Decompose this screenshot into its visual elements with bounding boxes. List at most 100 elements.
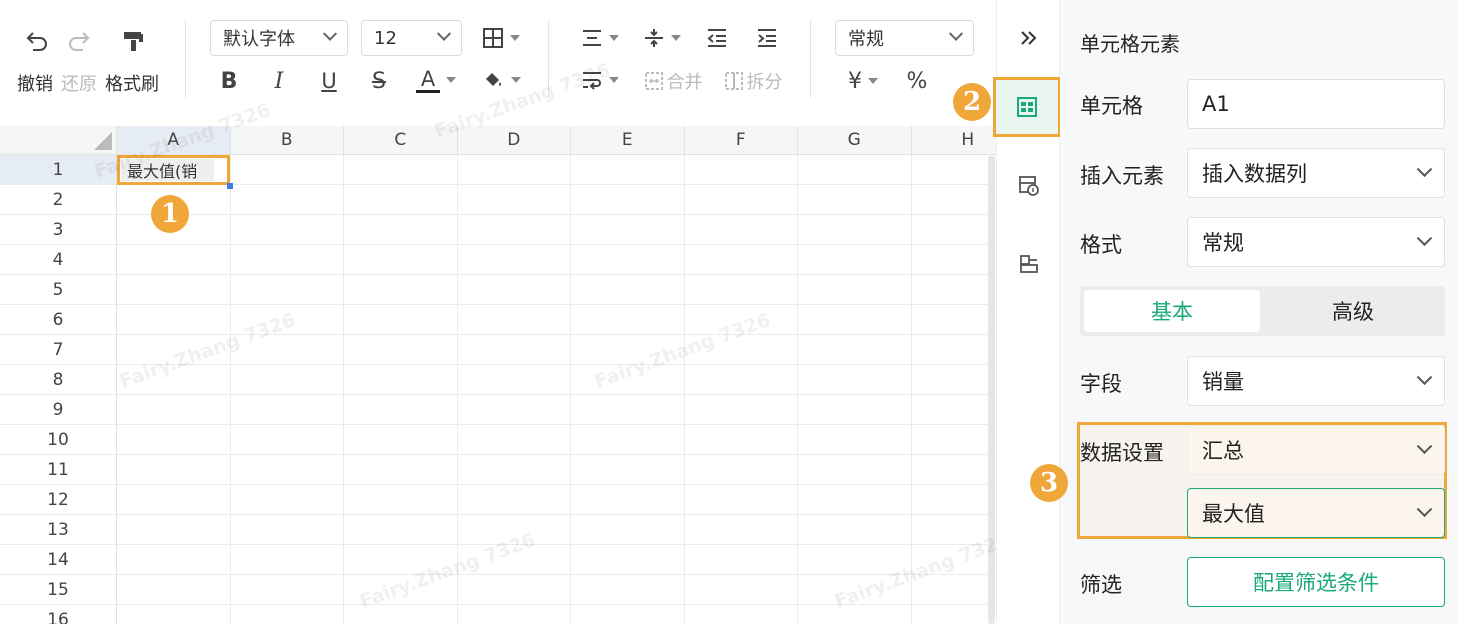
insert-element-select[interactable]: 插入数据列 bbox=[1187, 148, 1445, 198]
font-family-select[interactable]: 默认字体 bbox=[210, 20, 348, 56]
side-tab-bar: 2 bbox=[953, 0, 1061, 624]
grid-line bbox=[117, 424, 988, 425]
field-select[interactable]: 销量 bbox=[1187, 356, 1445, 406]
redo-button: 还原 bbox=[61, 74, 97, 95]
row-header[interactable]: 1 bbox=[0, 155, 117, 185]
spreadsheet-grid: ABCDEFGH 1 2 3 4 5 6 7 8 9 10 11 12 13 14 15 16 最大值(销 1 bbox=[0, 126, 996, 624]
column-header[interactable]: C bbox=[344, 126, 458, 155]
tab-cell-attribute[interactable] bbox=[1015, 172, 1043, 200]
configure-filter-button[interactable]: 配置筛选条件 bbox=[1187, 557, 1445, 607]
cell-value: A1 bbox=[1202, 92, 1230, 116]
column-header[interactable]: H bbox=[911, 126, 996, 155]
toolbar: 撤销 还原 格式刷 默认字体 12 B I U S A 合并 拆分 常规 ¥ % bbox=[0, 0, 996, 126]
currency-button[interactable]: ¥ bbox=[838, 66, 888, 96]
annotation-badge-2: 2 bbox=[953, 83, 991, 121]
grid-line bbox=[229, 155, 231, 624]
vertical-align-button[interactable] bbox=[638, 24, 686, 52]
currency-icon: ¥ bbox=[848, 68, 862, 94]
italic-icon[interactable]: I bbox=[264, 66, 294, 96]
cell-info-icon bbox=[1019, 176, 1039, 196]
split-icon bbox=[724, 72, 743, 90]
row-header[interactable]: 8 bbox=[0, 365, 117, 395]
undo-button[interactable]: 撤销 bbox=[17, 70, 53, 96]
redo-icon bbox=[64, 26, 94, 56]
border-button[interactable] bbox=[476, 24, 526, 52]
grid-line bbox=[117, 184, 988, 185]
cell-input[interactable]: A1 bbox=[1187, 79, 1445, 129]
format-painter-icon[interactable] bbox=[118, 26, 148, 56]
select-all-corner[interactable] bbox=[0, 126, 117, 155]
column-header[interactable]: B bbox=[230, 126, 344, 155]
row-header[interactable]: 6 bbox=[0, 305, 117, 335]
grid-line bbox=[683, 155, 685, 624]
chevron-down-icon bbox=[322, 26, 338, 41]
paint-bucket-icon bbox=[486, 73, 501, 86]
tab-basic[interactable]: 基本 bbox=[1084, 290, 1260, 332]
grid-line bbox=[117, 334, 988, 335]
row-header[interactable]: 11 bbox=[0, 455, 117, 485]
tab-component[interactable] bbox=[1015, 250, 1043, 278]
font-size-value: 12 bbox=[374, 27, 397, 49]
format-select[interactable]: 常规 bbox=[1187, 217, 1445, 267]
grid-line bbox=[117, 364, 988, 365]
row-header[interactable]: 2 bbox=[0, 185, 117, 215]
cell-a1[interactable]: 最大值(销 bbox=[121, 159, 214, 181]
grid-line bbox=[117, 544, 988, 545]
collapse-panel-icon[interactable] bbox=[1015, 24, 1043, 52]
vertical-scrollbar[interactable] bbox=[988, 156, 995, 624]
aggregate-select[interactable]: 最大值 bbox=[1187, 488, 1445, 538]
grid-line bbox=[117, 454, 988, 455]
insert-element-value: 插入数据列 bbox=[1202, 162, 1307, 186]
row-header[interactable]: 4 bbox=[0, 245, 117, 275]
split-label: 拆分 bbox=[746, 72, 783, 93]
row-header[interactable]: 10 bbox=[0, 425, 117, 455]
row-header[interactable]: 14 bbox=[0, 545, 117, 575]
grid-line bbox=[117, 244, 988, 245]
fill-handle[interactable] bbox=[227, 183, 233, 189]
toolbar-divider bbox=[548, 20, 549, 98]
wrap-text-button[interactable] bbox=[576, 66, 624, 94]
undo-icon[interactable] bbox=[22, 26, 52, 56]
row-header[interactable]: 12 bbox=[0, 485, 117, 515]
row-header[interactable]: 3 bbox=[0, 215, 117, 245]
format-painter-button[interactable]: 格式刷 bbox=[105, 70, 159, 96]
row-header[interactable]: 5 bbox=[0, 275, 117, 305]
column-header[interactable]: E bbox=[571, 126, 685, 155]
font-size-select[interactable]: 12 bbox=[361, 20, 462, 56]
row-header[interactable]: 9 bbox=[0, 395, 117, 425]
chevron-down-icon bbox=[1416, 500, 1433, 517]
percent-button[interactable]: % bbox=[902, 66, 932, 96]
bold-icon[interactable]: B bbox=[214, 66, 244, 96]
tab-cell-element[interactable] bbox=[993, 77, 1061, 137]
fill-color-button[interactable] bbox=[476, 64, 526, 96]
annotation-badge-3: 3 bbox=[1030, 464, 1068, 502]
merge-label: 合并 bbox=[666, 72, 703, 93]
tab-advanced[interactable]: 高级 bbox=[1264, 290, 1442, 332]
column-header[interactable]: D bbox=[457, 126, 571, 155]
chevron-down-icon bbox=[1416, 368, 1433, 385]
decrease-indent-icon[interactable] bbox=[702, 24, 732, 52]
data-setting-select[interactable]: 汇总 bbox=[1187, 425, 1445, 475]
row-header[interactable]: 13 bbox=[0, 515, 117, 545]
font-color-button[interactable]: A bbox=[412, 64, 460, 96]
increase-indent-icon[interactable] bbox=[752, 24, 782, 52]
strikethrough-icon[interactable]: S bbox=[364, 66, 394, 96]
row-header[interactable]: 16 bbox=[0, 605, 117, 624]
column-header[interactable]: A bbox=[117, 126, 231, 155]
border-icon bbox=[483, 28, 503, 48]
horizontal-align-button[interactable] bbox=[576, 24, 624, 52]
split-button: 拆分 bbox=[720, 68, 786, 94]
row-header[interactable]: 15 bbox=[0, 575, 117, 605]
aggregate-value: 最大值 bbox=[1202, 502, 1265, 526]
row-header[interactable]: 7 bbox=[0, 335, 117, 365]
chevron-down-icon bbox=[1416, 160, 1433, 177]
column-header[interactable]: G bbox=[798, 126, 912, 155]
grid-line bbox=[117, 274, 988, 275]
underline-icon[interactable]: U bbox=[314, 66, 344, 96]
column-header[interactable]: F bbox=[684, 126, 798, 155]
number-format-select[interactable]: 常规 bbox=[835, 20, 974, 56]
vertical-align-icon bbox=[645, 29, 663, 47]
field-value: 销量 bbox=[1202, 370, 1244, 394]
annotation-badge-1: 1 bbox=[151, 195, 189, 233]
segmented-tabs: 基本 高级 bbox=[1080, 286, 1445, 336]
